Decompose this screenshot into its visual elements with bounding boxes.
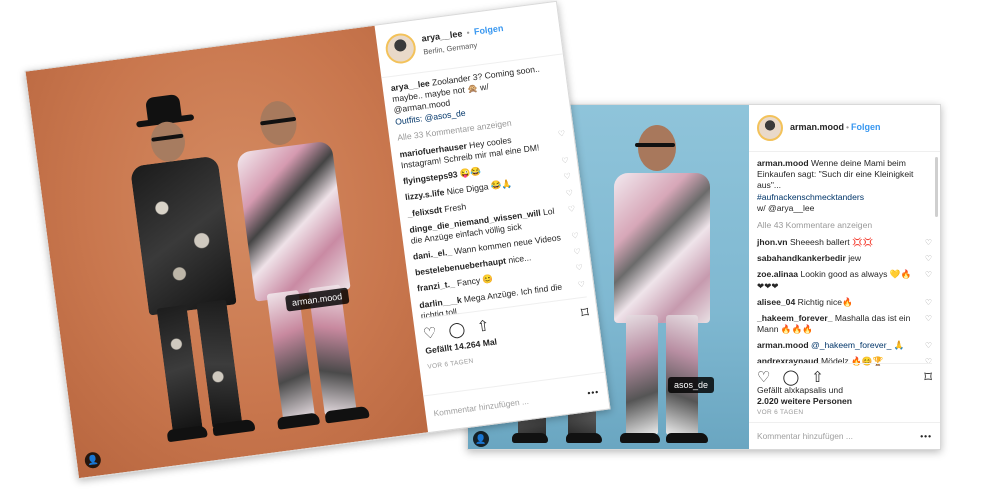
comment-user[interactable]: jhon.vn	[757, 237, 788, 247]
comment-item: sabahandkankerbedir jew ♡	[757, 253, 932, 264]
add-comment-input[interactable]: Kommentar hinzufügen ...	[433, 395, 530, 418]
instagram-post-arya-lee: arman.mood 👤 arya__lee • Folgen Berlin, …	[24, 0, 611, 480]
heart-icon[interactable]: ♡	[561, 156, 569, 167]
heart-icon[interactable]: ♡	[571, 231, 579, 242]
comment-item: alisee_04 Richtig nice🔥 ♡	[757, 297, 932, 308]
comments-list: arya__lee Zoolander 3? Coming soon.. may…	[381, 54, 595, 323]
heart-icon[interactable]: ♡	[925, 254, 932, 264]
comment-user[interactable]: flyingsteps93	[402, 169, 458, 186]
post-side-panel: arman.mood • Folgen arman.mood Wenne dei…	[749, 105, 940, 449]
comment-user[interactable]: _felixsdt	[407, 204, 443, 218]
caption-mention[interactable]: w/ @arya__lee	[757, 203, 932, 214]
heart-icon[interactable]: ♡	[557, 129, 565, 140]
follow-button[interactable]: Folgen	[851, 122, 881, 134]
comments-list: arman.mood Wenne deine Mami beim Einkauf…	[749, 152, 940, 368]
user-tag-icon[interactable]: 👤	[473, 431, 489, 447]
view-all-comments-link[interactable]: Alle 43 Kommentare anzeigen	[757, 220, 932, 231]
heart-icon[interactable]: ♡	[577, 279, 585, 290]
username-link[interactable]: arman.mood	[790, 122, 844, 134]
comment-text: Sheeesh ballert 💢💢	[789, 237, 874, 248]
comments-scrollbar[interactable]	[935, 157, 938, 217]
likes-count: Gefällt alxkapsalis und 2.020 weitere Pe…	[757, 385, 932, 407]
separator-dot: •	[466, 27, 471, 38]
more-options-icon[interactable]: •••	[920, 431, 932, 442]
comment-user[interactable]: _hakeem_forever_	[757, 313, 833, 323]
comment-item: arman.mood @_hakeem_forever_ 🙏 ♡	[757, 340, 932, 351]
action-bar: ♡ ◯ ⇧ ⌑	[757, 363, 932, 388]
heart-icon[interactable]: ♡	[925, 298, 932, 308]
comment-user[interactable]: franzi_t._	[417, 279, 456, 294]
username-link[interactable]: arya__lee	[421, 29, 463, 44]
comment-text: 😜😂	[459, 166, 482, 180]
follow-button[interactable]: Folgen	[473, 23, 504, 37]
post-header: arman.mood • Folgen	[749, 105, 940, 152]
user-tag-icon[interactable]: 👤	[83, 451, 102, 470]
caption: arman.mood Wenne deine Mami beim Einkauf…	[757, 158, 932, 192]
heart-icon[interactable]: ♡	[567, 204, 575, 215]
comment-text: Richtig nice🔥	[797, 296, 853, 307]
comment-item: zoe.alinaa Lookin good as always 💛🔥❤❤❤ ♡	[757, 269, 932, 291]
add-comment-bar: Kommentar hinzufügen ... •••	[749, 422, 940, 449]
comment-text: Nice Digga 😂🙏	[446, 178, 513, 198]
comment-user[interactable]: alisee_04	[757, 297, 795, 307]
comment-user[interactable]: dani._el._	[412, 247, 452, 262]
heart-icon[interactable]: ♡	[925, 341, 932, 351]
comment-user[interactable]: sabahandkankerbedir	[757, 253, 846, 263]
heart-icon[interactable]: ♡	[573, 247, 581, 258]
post-timestamp: VOR 6 TAGEN	[757, 409, 804, 416]
comment-text: nice...	[507, 252, 532, 266]
post-photo[interactable]: arman.mood 👤	[25, 25, 429, 479]
heart-icon[interactable]: ♡	[563, 172, 571, 183]
post-timestamp: VOR 6 TAGEN	[427, 357, 475, 371]
heart-icon[interactable]: ♡	[565, 188, 573, 199]
comment-text: Fancy 😊	[456, 273, 494, 289]
comment-item: _hakeem_forever_ Mashalla das ist ein Ma…	[757, 313, 932, 335]
comment-text: Fresh	[443, 200, 467, 214]
photo-user-tag[interactable]: asos_de	[668, 377, 715, 393]
heart-icon[interactable]: ♡	[575, 263, 583, 274]
avatar[interactable]	[383, 31, 418, 66]
comment-user[interactable]: arman.mood	[757, 158, 809, 168]
comment-user[interactable]: arman.mood	[757, 340, 809, 350]
comment-item: jhon.vn Sheeesh ballert 💢💢 ♡	[757, 237, 932, 248]
heart-icon[interactable]: ♡	[925, 270, 932, 280]
add-comment-input[interactable]: Kommentar hinzufügen ...	[757, 431, 853, 442]
heart-icon[interactable]: ♡	[925, 238, 932, 248]
heart-icon[interactable]: ♡	[422, 323, 438, 344]
separator-dot: •	[846, 122, 850, 133]
comment-user[interactable]: lizzy.s.life	[405, 187, 445, 202]
comment-text: @_hakeem_forever_ 🙏	[810, 340, 905, 351]
heart-icon[interactable]: ♡	[925, 314, 932, 324]
bookmark-icon[interactable]: ⌑	[580, 303, 590, 323]
likes-line-1[interactable]: Gefällt alxkapsalis und	[757, 385, 843, 395]
avatar[interactable]	[757, 115, 783, 141]
more-options-icon[interactable]: •••	[587, 386, 600, 398]
caption-hashtag[interactable]: #aufnackenschmecktanders	[757, 192, 932, 203]
comment-text: jew	[848, 253, 862, 264]
person-figure	[608, 115, 748, 445]
share-icon[interactable]: ⇧	[476, 316, 491, 337]
comment-icon[interactable]: ◯	[447, 320, 466, 342]
comment-user[interactable]: zoe.alinaa	[757, 269, 798, 279]
likes-line-2[interactable]: 2.020 weitere Personen	[757, 396, 852, 406]
